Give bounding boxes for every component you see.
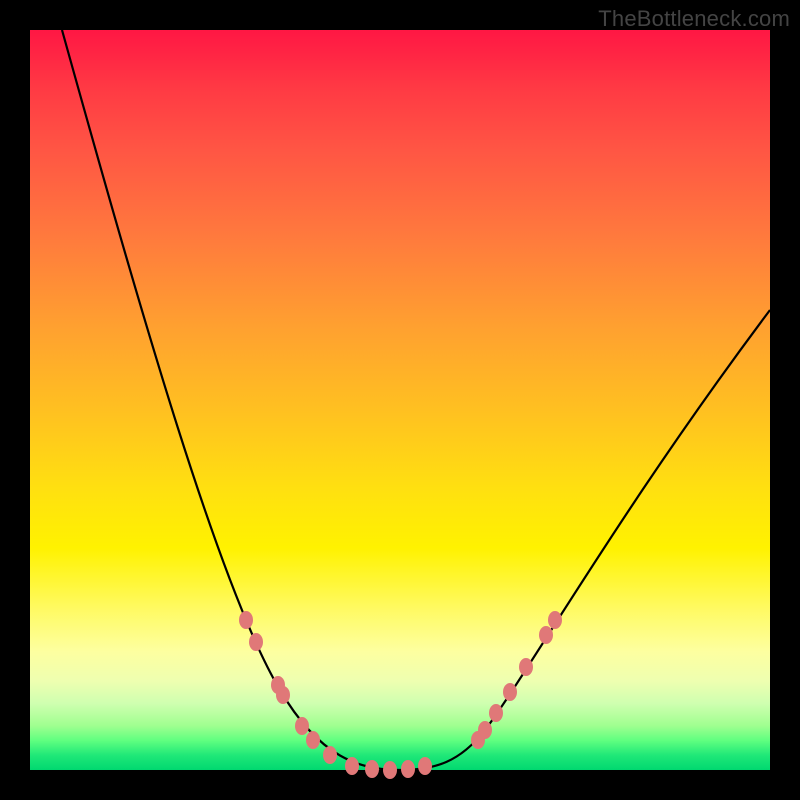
data-marker — [489, 704, 503, 722]
data-marker — [548, 611, 562, 629]
data-marker — [276, 686, 290, 704]
data-marker — [503, 683, 517, 701]
data-marker — [383, 761, 397, 779]
data-marker — [323, 746, 337, 764]
data-marker — [478, 721, 492, 739]
bottleneck-curve — [62, 30, 770, 770]
data-marker — [239, 611, 253, 629]
data-marker — [365, 760, 379, 778]
data-marker — [345, 757, 359, 775]
curve-svg — [30, 30, 770, 770]
data-marker — [418, 757, 432, 775]
watermark-text: TheBottleneck.com — [598, 6, 790, 32]
data-marker — [401, 760, 415, 778]
data-marker — [295, 717, 309, 735]
chart-container: TheBottleneck.com — [0, 0, 800, 800]
data-marker — [249, 633, 263, 651]
data-marker — [519, 658, 533, 676]
plot-area — [30, 30, 770, 770]
data-marker — [539, 626, 553, 644]
data-marker — [306, 731, 320, 749]
data-markers — [239, 611, 562, 779]
